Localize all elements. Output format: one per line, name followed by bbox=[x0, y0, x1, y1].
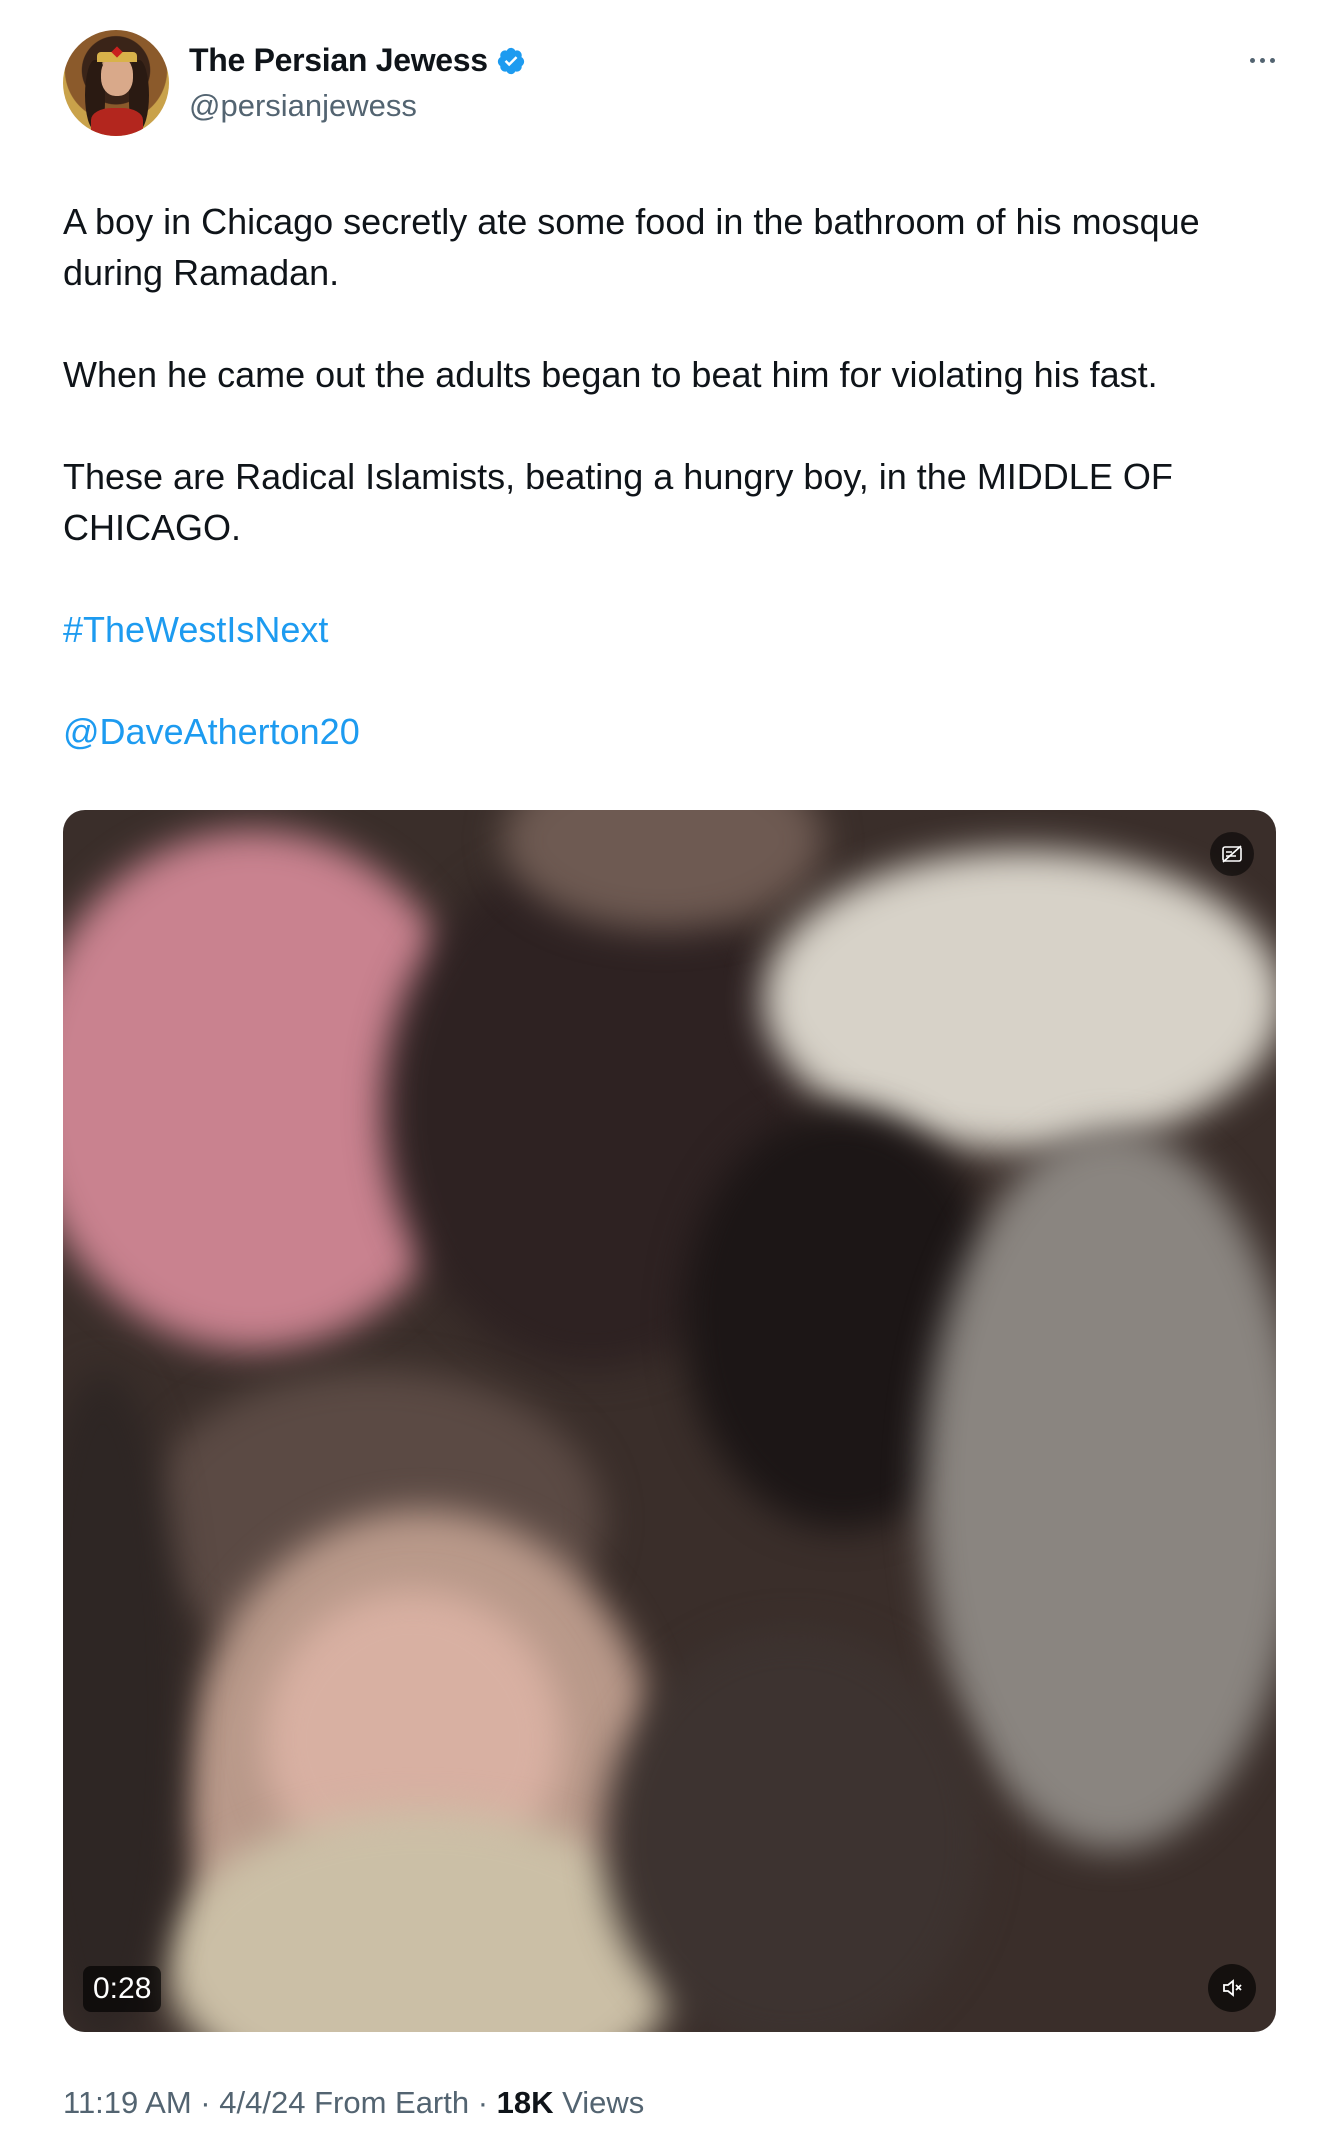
tweet-text: A boy in Chicago secretly ate some food … bbox=[63, 196, 1283, 808]
tweet-date[interactable]: 4/4/24 bbox=[219, 2085, 305, 2120]
hashtag-link[interactable]: #TheWestIsNext bbox=[63, 609, 328, 650]
author-handle[interactable]: @persianjewess bbox=[189, 88, 417, 124]
tweet-paragraph: When he came out the adults began to bea… bbox=[63, 354, 1158, 395]
video-player[interactable]: 0:28 bbox=[63, 810, 1276, 2032]
views-count[interactable]: 18K bbox=[497, 2085, 554, 2120]
gif-toggle-icon[interactable] bbox=[1210, 832, 1254, 876]
tweet: The Persian Jewess @persianjewess A boy … bbox=[0, 0, 1339, 2148]
meta-separator: · bbox=[469, 2085, 497, 2120]
verified-badge-icon bbox=[497, 47, 524, 74]
mention-link[interactable]: @DaveAtherton20 bbox=[63, 711, 360, 752]
meta-separator: · bbox=[191, 2085, 220, 2120]
author-name-row[interactable]: The Persian Jewess bbox=[189, 42, 526, 79]
tweet-paragraph: A boy in Chicago secretly ate some food … bbox=[63, 201, 1200, 293]
tweet-meta: 11:19 AM · 4/4/24 From Earth · 18K Views bbox=[63, 2085, 644, 2121]
video-duration: 0:28 bbox=[83, 1966, 162, 2012]
author-display-name[interactable]: The Persian Jewess bbox=[189, 42, 488, 79]
tweet-paragraph: These are Radical Islamists, beating a h… bbox=[63, 456, 1173, 548]
views-label: Views bbox=[562, 2085, 645, 2120]
tweet-time[interactable]: 11:19 AM bbox=[63, 2085, 192, 2120]
mute-icon[interactable] bbox=[1208, 1964, 1256, 2012]
tweet-source: From Earth bbox=[314, 2085, 470, 2120]
author-avatar[interactable] bbox=[63, 30, 169, 136]
more-options-icon[interactable] bbox=[1250, 58, 1275, 63]
